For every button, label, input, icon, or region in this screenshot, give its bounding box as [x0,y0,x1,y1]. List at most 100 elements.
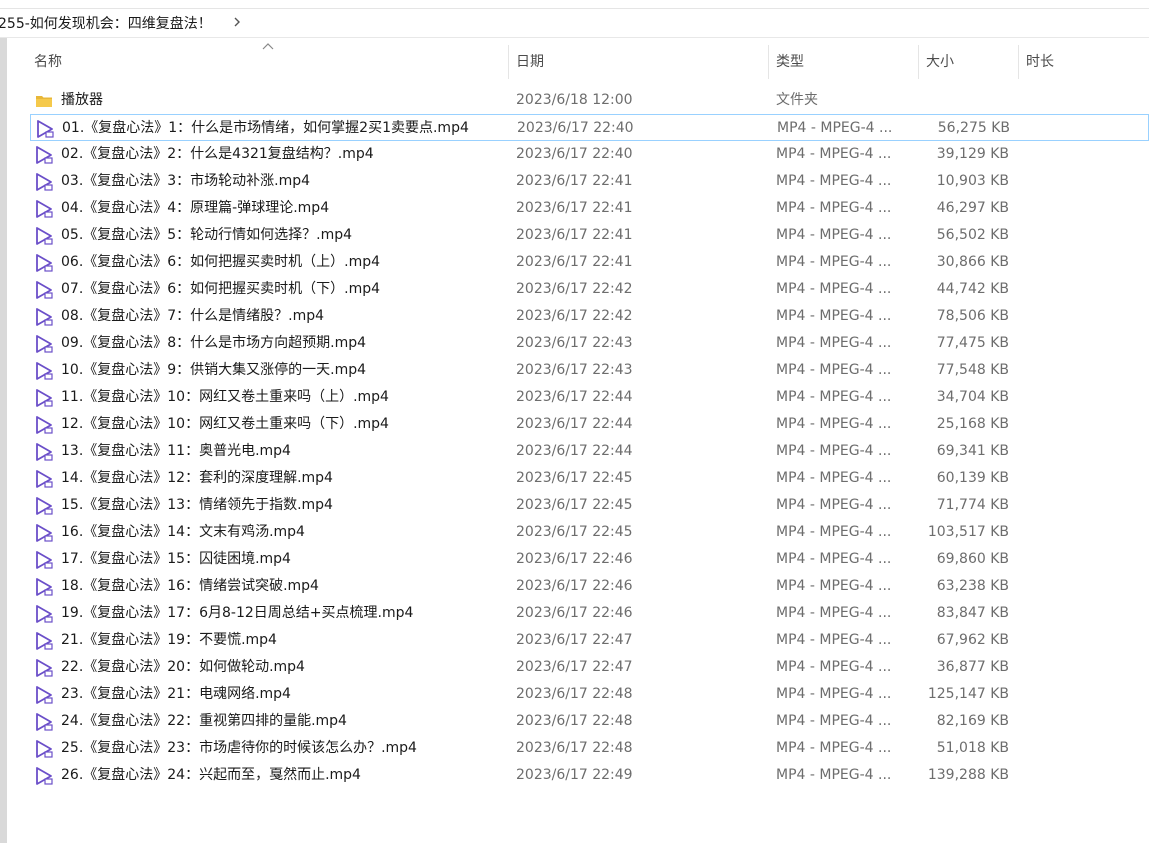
video-file-icon [36,551,53,569]
chevron-right-icon[interactable] [230,12,244,32]
video-file-icon [36,362,53,380]
file-row[interactable]: 08.《复盘心法》7：什么是情绪股？.mp4 2023/6/17 22:42 MP4… [30,303,1149,330]
video-file-icon [36,578,53,596]
video-file-icon [36,497,53,515]
file-row[interactable]: 03.《复盘心法》3：市场轮动补涨.mp4 2023/6/17 22:41 MP4 … [30,168,1149,195]
file-date: 2023/6/17 22:48 [516,713,633,729]
file-date: 2023/6/17 22:48 [516,686,633,702]
file-row[interactable]: 16.《复盘心法》14：文末有鸡汤.mp4 2023/6/17 22:45 MP4 … [30,519,1149,546]
breadcrumb-current-folder[interactable]: 255-如何发现机会：四维复盘法！ [0,13,212,33]
video-file-icon [36,740,53,758]
file-name: 07.《复盘心法》6：如何把握买卖时机（下）.mp4 [61,281,381,297]
video-file-icon [36,227,53,245]
file-date: 2023/6/17 22:46 [516,605,633,621]
file-date: 2023/6/17 22:48 [516,740,633,756]
file-type: MP4 - MPEG-4 ... [776,416,892,432]
file-row[interactable]: 18.《复盘心法》16：情绪尝试突破.mp4 2023/6/17 22:46 MP4… [30,573,1149,600]
file-date: 2023/6/17 22:46 [516,578,633,594]
column-header-size[interactable]: 大小 [926,45,954,79]
file-row[interactable]: 17.《复盘心法》15：囚徒困境.mp4 2023/6/17 22:46 MP4 -… [30,546,1149,573]
column-header-type[interactable]: 类型 [776,45,804,79]
file-row[interactable]: 14.《复盘心法》12：套利的深度理解.mp4 2023/6/17 22:45 MP… [30,465,1149,492]
column-divider[interactable] [1018,45,1019,79]
file-row[interactable]: 13.《复盘心法》11：奥普光电.mp4 2023/6/17 22:44 MP4 -… [30,438,1149,465]
file-row[interactable]: 24.《复盘心法》22：重视第四排的量能.mp4 2023/6/17 22:48 M… [30,708,1149,735]
file-date: 2023/6/18 12:00 [516,92,633,108]
file-size: 67,962 KB [936,632,1009,648]
file-size: 139,288 KB [927,767,1009,783]
file-date: 2023/6/17 22:45 [516,497,633,513]
file-date: 2023/6/17 22:45 [516,524,633,540]
file-date: 2023/6/17 22:46 [516,551,633,567]
video-file-icon [36,308,53,326]
column-header-name[interactable]: 名称 [34,45,62,79]
video-file-icon [36,416,53,434]
video-file-icon [36,659,53,677]
file-row[interactable]: 26.《复盘心法》24：兴起而至，戛然而止.mp4 2023/6/17 22:49… [30,762,1149,789]
file-type: MP4 - MPEG-4 ... [777,120,893,136]
file-row[interactable]: 21.《复盘心法》19：不要慌.mp4 2023/6/17 22:47 MP4 - … [30,627,1149,654]
sort-ascending-icon [262,43,274,50]
file-size: 83,847 KB [936,605,1009,621]
file-size: 63,238 KB [936,578,1009,594]
column-divider[interactable] [918,45,919,79]
file-size: 36,877 KB [936,659,1009,675]
file-type: MP4 - MPEG-4 ... [776,767,892,783]
file-row[interactable]: 23.《复盘心法》21：电魂网络.mp4 2023/6/17 22:48 MP4 -… [30,681,1149,708]
file-name: 17.《复盘心法》15：囚徒困境.mp4 [61,551,291,567]
file-row[interactable]: 07.《复盘心法》6：如何把握买卖时机（下）.mp4 2023/6/17 22:4… [30,276,1149,303]
file-type: MP4 - MPEG-4 ... [776,200,892,216]
file-type: MP4 - MPEG-4 ... [776,605,892,621]
file-row[interactable]: 02.《复盘心法》2：什么是4321复盘结构？.mp4 2023/6/17 22:… [30,141,1149,168]
file-name: 08.《复盘心法》7：什么是情绪股？.mp4 [61,308,325,324]
video-file-icon [36,146,53,164]
video-file-icon [37,120,54,138]
file-row[interactable]: 22.《复盘心法》20：如何做轮动.mp4 2023/6/17 22:47 MP4 … [30,654,1149,681]
column-header-row: 名称 日期 类型 大小 时长 [30,43,1149,79]
file-type: MP4 - MPEG-4 ... [776,470,892,486]
file-name: 02.《复盘心法》2：什么是4321复盘结构？.mp4 [61,146,374,162]
file-row[interactable]: 09.《复盘心法》8：什么是市场方向超预期.mp4 2023/6/17 22:43… [30,330,1149,357]
file-type: 文件夹 [776,92,818,108]
column-header-duration[interactable]: 时长 [1026,45,1054,79]
column-divider[interactable] [508,45,509,79]
file-size: 103,517 KB [927,524,1009,540]
file-date: 2023/6/17 22:43 [516,362,633,378]
file-name: 15.《复盘心法》13：情绪领先于指数.mp4 [61,497,333,513]
file-row[interactable]: 10.《复盘心法》9：供销大集又涨停的一天.mp4 2023/6/17 22:43… [30,357,1149,384]
file-type: MP4 - MPEG-4 ... [776,632,892,648]
file-size: 39,129 KB [936,146,1009,162]
file-type: MP4 - MPEG-4 ... [776,227,892,243]
column-header-date[interactable]: 日期 [516,45,544,79]
file-size: 56,275 KB [937,120,1010,136]
video-file-icon [36,254,53,272]
file-row[interactable]: 11.《复盘心法》10：网红又卷土重来吗（上）.mp4 2023/6/17 22:… [30,384,1149,411]
file-row[interactable]: 05.《复盘心法》5：轮动行情如何选择？.mp4 2023/6/17 22:41 M… [30,222,1149,249]
file-type: MP4 - MPEG-4 ... [776,713,892,729]
file-name: 24.《复盘心法》22：重视第四排的量能.mp4 [61,713,347,729]
file-row[interactable]: 19.《复盘心法》17：6月8-12日周总结+买点梳理.mp4 2023/6/17… [30,600,1149,627]
file-row[interactable]: 15.《复盘心法》13：情绪领先于指数.mp4 2023/6/17 22:45 MP… [30,492,1149,519]
file-name: 10.《复盘心法》9：供销大集又涨停的一天.mp4 [61,362,367,378]
file-size: 51,018 KB [936,740,1009,756]
file-type: MP4 - MPEG-4 ... [776,335,892,351]
file-row[interactable]: 01.《复盘心法》1：什么是市场情绪，如何掌握2买1卖要点.mp4 2023/6/… [30,114,1149,141]
file-row[interactable]: 06.《复盘心法》6：如何把握买卖时机（上）.mp4 2023/6/17 22:4… [30,249,1149,276]
file-date: 2023/6/17 22:41 [516,254,633,270]
file-name: 26.《复盘心法》24：兴起而至，戛然而止.mp4 [61,767,361,783]
folder-row[interactable]: 播放器 2023/6/18 12:00 文件夹 [30,87,1149,114]
video-file-icon [36,713,53,731]
file-type: MP4 - MPEG-4 ... [776,578,892,594]
video-file-icon [36,281,53,299]
navigation-pane-edge[interactable] [0,38,7,843]
file-row[interactable]: 25.《复盘心法》23：市场虐待你的时候该怎么办？.mp4 2023/6/17 2… [30,735,1149,762]
file-name: 03.《复盘心法》3：市场轮动补涨.mp4 [61,173,311,189]
file-name: 19.《复盘心法》17：6月8-12日周总结+买点梳理.mp4 [61,605,414,621]
file-type: MP4 - MPEG-4 ... [776,497,892,513]
column-divider[interactable] [768,45,769,79]
file-size: 60,139 KB [936,470,1009,486]
file-type: MP4 - MPEG-4 ... [776,443,892,459]
file-row[interactable]: 12.《复盘心法》10：网红又卷土重来吗（下）.mp4 2023/6/17 22:… [30,411,1149,438]
file-row[interactable]: 04.《复盘心法》4：原理篇-弹球理论.mp4 2023/6/17 22:41 MP… [30,195,1149,222]
address-bar[interactable]: 255-如何发现机会：四维复盘法！ [0,9,1149,38]
